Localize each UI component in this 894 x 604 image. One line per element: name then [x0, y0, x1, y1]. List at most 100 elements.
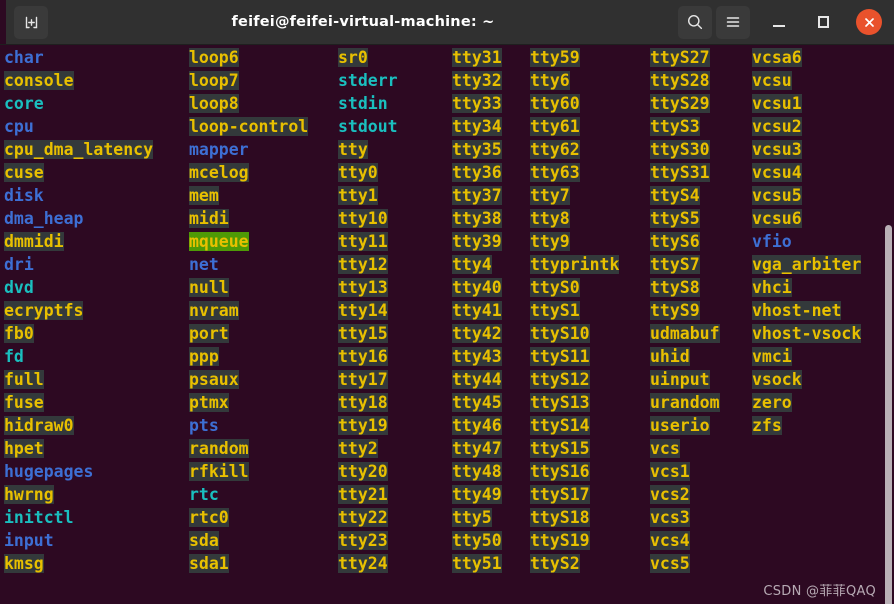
- ls-entry-name: tty46: [452, 416, 502, 435]
- ls-entry-name: tty60: [530, 94, 580, 113]
- ls-entry-name: tty10: [338, 209, 388, 228]
- ls-entry-name: char: [4, 48, 44, 67]
- maximize-button[interactable]: [808, 7, 838, 37]
- ls-entry-name: tty22: [338, 508, 388, 527]
- ls-entry-name: vcs3: [650, 508, 690, 527]
- ls-entry: vfio: [752, 230, 861, 253]
- ls-entry-name: nvram: [189, 301, 239, 320]
- ls-entry-name: ppp: [189, 347, 219, 366]
- ls-entry-name: psaux: [189, 370, 239, 389]
- ls-entry-name: ttyS14: [530, 416, 590, 435]
- search-button[interactable]: [678, 5, 712, 39]
- ls-entry: vcsa6: [752, 46, 861, 69]
- ls-entry-name: hugepages: [4, 462, 94, 481]
- ls-entry-name: zero: [752, 393, 792, 412]
- ls-entry-name: vhost-net: [752, 301, 842, 320]
- ls-entry-name: vcs2: [650, 485, 690, 504]
- ls-entry-name: tty59: [530, 48, 580, 67]
- ls-entry-name: ttyS18: [530, 508, 590, 527]
- ls-entry: vcsu6: [752, 207, 861, 230]
- title-bar: feifei@feifei-virtual-machine: ~: [0, 0, 894, 45]
- menu-button[interactable]: [716, 5, 750, 39]
- ls-entry-name: vcsu: [752, 71, 792, 90]
- ls-entry: zero: [752, 391, 861, 414]
- ls-entry: tty61: [530, 115, 619, 138]
- ls-entry: sr0: [338, 46, 398, 69]
- ls-entry-name: port: [189, 324, 229, 343]
- ls-entry-name: userio: [650, 416, 710, 435]
- terminal-scrollbar[interactable]: [883, 90, 894, 604]
- terminal-window: feifei@feifei-virtual-machine: ~ char co…: [0, 0, 894, 604]
- ls-entry: psaux: [189, 368, 308, 391]
- ls-entry: tty40: [452, 276, 502, 299]
- ls-entry: zfs: [752, 414, 861, 437]
- ls-column: vcsa6 vcsu vcsu1 vcsu2 vcsu3 vcsu4 vcsu5 vcsu6 v…: [752, 46, 862, 437]
- ls-entry-name: cpu: [4, 117, 34, 136]
- ls-entry-name: tty48: [452, 462, 502, 481]
- ls-entry-name: dma_heap: [4, 209, 84, 228]
- ls-entry: tty45: [452, 391, 502, 414]
- ls-entry: tty22: [338, 506, 398, 529]
- ls-entry-name: random: [189, 439, 249, 458]
- ls-entry: tty6: [530, 69, 619, 92]
- scrollbar-thumb[interactable]: [885, 225, 892, 604]
- ls-entry-name: tty32: [452, 71, 502, 90]
- ls-entry-name: vcsa6: [752, 48, 802, 67]
- ls-entry: vcs4: [650, 529, 720, 552]
- ls-entry-name: hidraw0: [4, 416, 74, 435]
- ls-entry: ttyS13: [530, 391, 619, 414]
- ls-entry-name: ttyS15: [530, 439, 590, 458]
- ls-entry-name: ttyS31: [650, 163, 710, 182]
- ls-entry-name: vhci: [752, 278, 792, 297]
- ls-column: ttyS27 ttyS28 ttyS29 ttyS3 ttyS30 ttyS31 ttyS4…: [650, 46, 720, 575]
- ls-entry: vhost-vsock: [752, 322, 862, 345]
- ls-entry-name: tty63: [530, 163, 580, 182]
- terminal-body[interactable]: char console core cpu cpu_dma_latency cuse dis…: [0, 45, 894, 604]
- ls-entry: disk: [4, 184, 153, 207]
- ls-entry: ttyS30: [650, 138, 720, 161]
- ls-entry: vcs: [650, 437, 720, 460]
- ls-entry-name: stdin: [338, 94, 388, 113]
- ls-entry: dvd: [4, 276, 153, 299]
- ls-entry-name: sr0: [338, 48, 368, 67]
- hamburger-menu-icon: [726, 17, 740, 27]
- maximize-icon: [817, 16, 829, 28]
- ls-entry: ttyS1: [530, 299, 619, 322]
- ls-entry-name: vcsu6: [752, 209, 802, 228]
- ls-entry: tty42: [452, 322, 502, 345]
- ls-entry: ttyS8: [650, 276, 720, 299]
- ls-entry-name: fuse: [4, 393, 44, 412]
- ls-entry: ttyS29: [650, 92, 720, 115]
- ls-entry-name: ttyS2: [530, 554, 580, 573]
- watermark: CSDN @菲菲QAQ: [763, 584, 876, 599]
- ls-entry-name: tty17: [338, 370, 388, 389]
- new-tab-button[interactable]: [14, 5, 48, 39]
- ls-entry: ttyS31: [650, 161, 720, 184]
- ls-entry: vcs2: [650, 483, 720, 506]
- ls-entry-name: zfs: [752, 416, 782, 435]
- ls-entry: fuse: [4, 391, 153, 414]
- ls-entry: tty34: [452, 115, 502, 138]
- ls-entry-name: null: [189, 278, 229, 297]
- close-button[interactable]: [856, 9, 882, 35]
- ls-entry-name: tty18: [338, 393, 388, 412]
- ls-entry: tty10: [338, 207, 398, 230]
- ls-entry: tty23: [338, 529, 398, 552]
- ls-entry: stderr: [338, 69, 398, 92]
- ls-entry-name: tty33: [452, 94, 502, 113]
- ls-entry-name: net: [189, 255, 219, 274]
- ls-entry: tty47: [452, 437, 502, 460]
- ls-entry: tty12: [338, 253, 398, 276]
- ls-entry: vcsu3: [752, 138, 861, 161]
- ls-entry-name: tty21: [338, 485, 388, 504]
- ls-entry-name: vcsu1: [752, 94, 802, 113]
- ls-entry-name: vcs: [650, 439, 680, 458]
- ls-entry-name: tty13: [338, 278, 388, 297]
- ls-entry: tty37: [452, 184, 502, 207]
- ls-entry: ttyS10: [530, 322, 619, 345]
- ls-entry-name: rtc0: [189, 508, 229, 527]
- minimize-button[interactable]: [764, 7, 794, 37]
- ls-entry: console: [4, 69, 153, 92]
- ls-entry: vcsu2: [752, 115, 861, 138]
- ls-entry-name: kmsg: [4, 554, 44, 573]
